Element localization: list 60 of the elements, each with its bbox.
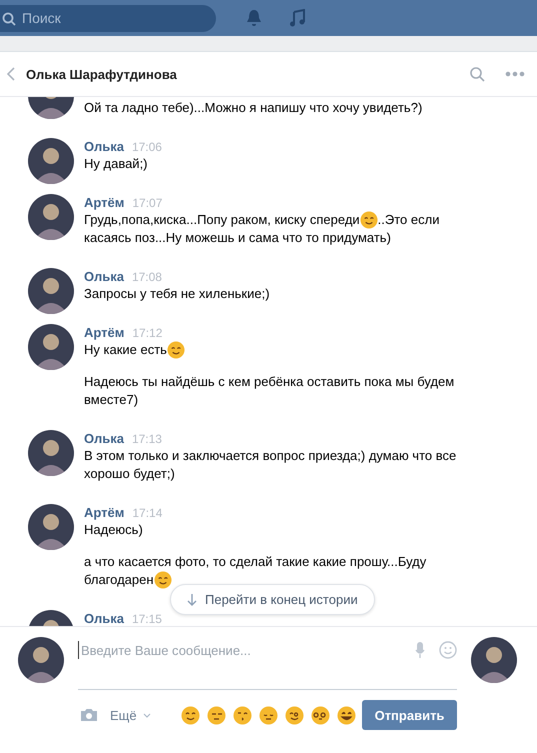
avatar: [28, 138, 74, 184]
message-text: Надеюсь ты найдёшь с кем ребёнка оставить пока мы будем вместе7): [84, 373, 456, 409]
music-icon[interactable]: [289, 9, 305, 27]
message-text: В этом только и заключается вопрос приезда;) думаю что все хорошо будет;): [84, 447, 458, 483]
sender-name[interactable]: Олька: [84, 268, 124, 286]
message-text: Запросы у тебя не хиленькие;): [84, 285, 270, 303]
avatar: [28, 324, 74, 370]
message-text: Грудь,попа,киска...Попу раком, киску спереди: [84, 211, 360, 229]
search-icon[interactable]: [469, 66, 485, 82]
message-text: благодарен: [84, 571, 154, 589]
avatar: [28, 430, 74, 476]
message-text: а что касается фото, то сделай такие какие прошу...Буду: [84, 553, 426, 571]
chevron-down-icon: [142, 712, 151, 718]
down-arrow-icon: [187, 593, 197, 606]
sender-name[interactable]: Олька: [84, 430, 124, 448]
emoji-icon: [360, 211, 378, 229]
emoji-icon: [310, 706, 330, 724]
avatar: [18, 637, 64, 683]
message-time: 17:13: [132, 431, 162, 448]
message-time: 17:08: [132, 269, 162, 286]
message-time: 17:12: [132, 325, 162, 342]
message-text: Ну какие есть: [84, 341, 167, 359]
avatar: [471, 637, 517, 683]
sender-name[interactable]: Олька: [84, 610, 124, 626]
search-field[interactable]: Поиск: [0, 4, 216, 32]
emoji-icon: [180, 706, 200, 724]
emoji-icon: [284, 706, 304, 724]
emoji-icon: [336, 706, 356, 724]
sender-name[interactable]: Артём: [84, 324, 124, 342]
emoji-icon: [258, 706, 278, 724]
message-time: 17:07: [132, 195, 162, 212]
sender-name[interactable]: Артём: [84, 504, 124, 522]
message-text: Ой та ладно тебе)...Можно я напишу что хочу увидеть?): [84, 99, 422, 117]
emoji-icon: [232, 706, 252, 724]
send-button[interactable]: Отправить: [362, 700, 457, 730]
more-button[interactable]: Ещё: [104, 708, 157, 722]
message-text: Ну давай;): [84, 155, 148, 173]
more-icon[interactable]: [505, 71, 525, 77]
message-text: ..Это если: [378, 211, 440, 229]
avatar: [28, 268, 74, 314]
bell-icon[interactable]: [246, 9, 262, 27]
emoji-icon: [206, 706, 226, 724]
jump-to-end-button[interactable]: Перейти в конец истории: [170, 584, 375, 615]
message-time: 17:06: [132, 139, 162, 156]
message-text: касаясь поз...Ну можешь и сама что то придумать): [84, 229, 391, 247]
smiley-icon[interactable]: [439, 641, 457, 659]
chat-title: Олька Шарафутдинова: [26, 66, 178, 82]
emoji-icon: [166, 341, 185, 359]
message-time: 17:14: [132, 505, 162, 522]
sender-name[interactable]: Артём: [84, 194, 124, 212]
message-time: 17:15: [132, 611, 162, 626]
avatar: [28, 194, 74, 240]
sender-name[interactable]: Олька: [84, 138, 124, 156]
back-icon[interactable]: [6, 66, 16, 82]
avatar: [28, 504, 74, 550]
microphone-icon[interactable]: [415, 641, 425, 659]
message-text: Надеюсь): [84, 521, 143, 539]
emoji-icon: [154, 571, 172, 589]
search-icon: [2, 12, 16, 26]
camera-icon[interactable]: [80, 708, 98, 722]
